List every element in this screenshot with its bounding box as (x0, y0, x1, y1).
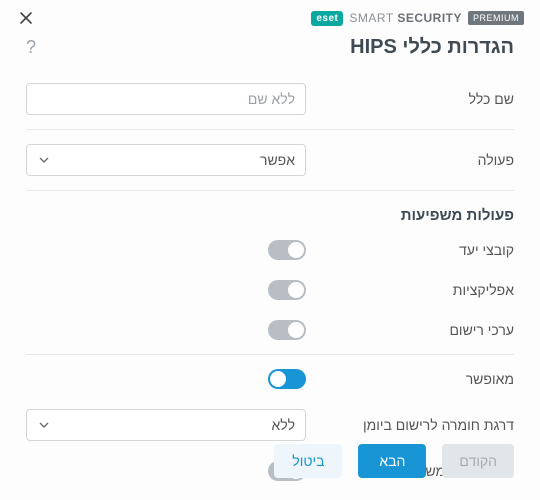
brand-logo: eset (311, 11, 343, 26)
label-rule-name: שם כלל (469, 91, 514, 107)
toggle-enabled[interactable] (268, 369, 306, 389)
toggle-target-files[interactable] (268, 240, 306, 260)
title-row: הגדרות כללי HIPS ? (0, 32, 540, 73)
label-applications: אפליקציות (453, 282, 514, 298)
brand-word-1: SMART (349, 11, 393, 25)
window-header: eset SMART SECURITY PREMIUM (0, 0, 540, 32)
label-enabled: מאופשר (466, 371, 514, 387)
label-action: פעולה (478, 152, 514, 168)
action-select-value: אפשר (260, 152, 295, 168)
brand-word-2: SECURITY (397, 11, 462, 25)
next-button[interactable]: הבא (358, 444, 426, 478)
row-action: פעולה אפשר (26, 134, 514, 186)
action-select[interactable]: אפשר (26, 144, 306, 176)
rule-name-input[interactable] (26, 83, 306, 115)
chevron-down-icon (37, 153, 51, 167)
row-registry: ערכי רישום (26, 310, 514, 350)
row-target-files: קובצי יעד (26, 230, 514, 270)
section-title-affecting: פעולות משפיעות (26, 195, 514, 230)
footer-buttons: הקודם הבא ביטול (0, 426, 540, 500)
brand-product-name: SMART SECURITY (349, 11, 462, 25)
row-applications: אפליקציות (26, 270, 514, 310)
separator (26, 129, 514, 130)
page-title: הגדרות כללי HIPS (350, 36, 514, 59)
prev-button: הקודם (442, 444, 514, 478)
brand-edition-badge: PREMIUM (468, 11, 524, 25)
toggle-registry[interactable] (268, 320, 306, 340)
brand-block: eset SMART SECURITY PREMIUM (311, 11, 524, 26)
label-registry: ערכי רישום (449, 322, 514, 338)
help-icon[interactable]: ? (26, 37, 36, 58)
close-icon (19, 11, 33, 25)
separator (26, 354, 514, 355)
toggle-applications[interactable] (268, 280, 306, 300)
row-enabled: מאופשר (26, 359, 514, 399)
separator (26, 190, 514, 191)
row-rule-name: שם כלל (26, 73, 514, 125)
close-button[interactable] (16, 8, 36, 28)
label-target-files: קובצי יעד (459, 242, 514, 258)
cancel-button[interactable]: ביטול (274, 444, 342, 478)
